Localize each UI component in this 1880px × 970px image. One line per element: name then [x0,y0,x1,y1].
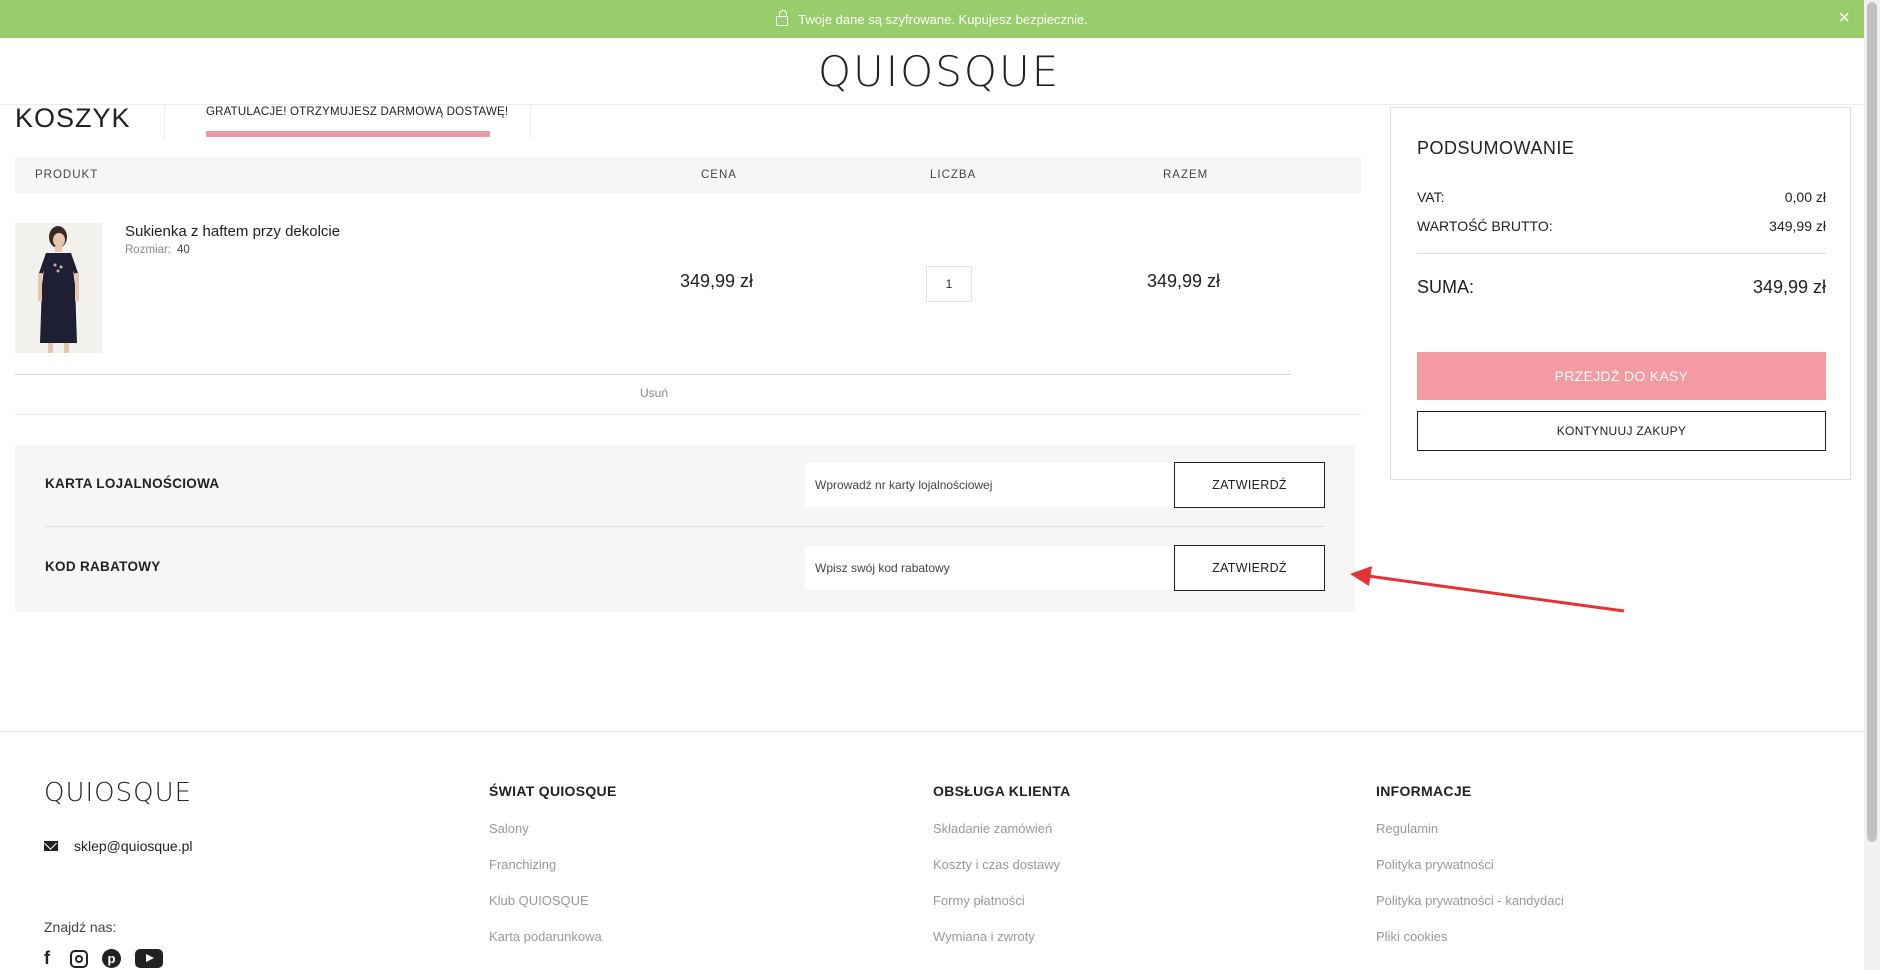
gross-row: WARTOŚĆ BRUTTO: 349,99 zł [1417,218,1826,234]
sum-row: SUMA: 349,99 zł [1417,277,1826,298]
discount-code-input[interactable]: Wpisz swój kod rabatowy [805,546,1179,590]
cart-table-header: PRODUKT CENA LICZBA RAZEM [15,157,1361,193]
divider [45,526,1325,527]
gross-value: 349,99 zł [1769,218,1826,234]
annotation-arrow-icon [1350,566,1625,613]
footer-email[interactable]: sklep@quiosque.pl [44,838,193,854]
checkout-button[interactable]: PRZEJDŹ DO KASY [1417,352,1826,400]
vat-value: 0,00 zł [1784,189,1826,205]
loyalty-card-input[interactable]: Wprowadź nr karty lojalnościowej [805,463,1179,507]
continue-shopping-button[interactable]: KONTYNUUJ ZAKUPY [1417,411,1826,451]
footer-column-world: ŚWIAT QUIOSQUE Salony Franchizing Klub Q… [489,783,617,965]
footer-link[interactable]: Składanie zamówień [933,821,1071,857]
column-product: PRODUKT [35,169,99,181]
product-total: 349,99 zł [1147,271,1221,291]
divider [15,374,1292,375]
lock-icon [776,10,789,26]
page-scrollbar[interactable] [1864,0,1880,970]
divider [1417,253,1826,254]
envelope-icon [44,841,58,851]
footer-link[interactable]: Polityka prywatności - kandydaci [1376,893,1564,929]
divider [0,731,1864,732]
size-label: Rozmiar: [125,244,172,256]
footer-column-title: OBSŁUGA KLIENTA [933,783,1071,799]
footer-link[interactable]: Klub QUIOSQUE [489,893,617,929]
footer-column-title: INFORMACJE [1376,783,1472,799]
facebook-icon[interactable]: f [44,949,56,968]
footer-link[interactable]: Salony [489,821,617,857]
site-header: QUIOSQUE [0,38,1864,105]
column-qty: LICZBA [930,169,977,181]
product-price: 349,99 zł [680,271,754,291]
discount-code-label: KOD RABATOWY [45,559,161,574]
divider [15,414,1361,415]
quantity-input[interactable]: 1 [926,266,972,302]
footer-column-information: INFORMACJE Regulamin Polityka prywatnośc… [1376,783,1564,965]
column-total: RAZEM [1163,169,1209,181]
product-image[interactable] [15,223,102,353]
sum-label: SUMA: [1417,277,1475,297]
product-size: Rozmiar: 40 [125,244,190,256]
column-price: CENA [701,169,737,181]
security-banner: Twoje dane są szyfrowane. Kupujesz bezpi… [0,0,1864,38]
footer-column-customer-service: OBSŁUGA KLIENTA Składanie zamówień Koszt… [933,783,1071,965]
size-value: 40 [177,244,190,256]
codes-panel: KARTA LOJALNOŚCIOWA Wprowadź nr karty lo… [15,445,1355,612]
footer-link[interactable]: Franchizing [489,857,617,893]
footer-link[interactable]: Karta podarunkowa [489,929,617,965]
footer-link[interactable]: Pliki cookies [1376,929,1564,965]
gross-label: WARTOŚĆ BRUTTO: [1417,218,1553,234]
find-us-label: Znajdź nas: [44,919,117,935]
cart-title: KOSZYK [15,103,131,133]
divider [164,105,165,139]
youtube-icon[interactable] [135,949,163,968]
divider [530,105,531,139]
loyalty-submit-button[interactable]: ZATWIERDŹ [1174,462,1325,508]
loyalty-card-label: KARTA LOJALNOŚCIOWA [45,476,220,491]
footer-column-title: ŚWIAT QUIOSQUE [489,783,617,799]
footer-link[interactable]: Koszty i czas dostawy [933,857,1071,893]
close-icon[interactable]: × [1838,8,1850,28]
free-shipping-message: GRATULACJE! OTRZYMUJESZ DARMOWĄ DOSTAWĘ! [206,106,509,118]
footer-link[interactable]: Regulamin [1376,821,1564,857]
footer-email-text[interactable]: sklep@quiosque.pl [74,838,193,854]
instagram-icon[interactable] [70,949,88,968]
summary-title: PODSUMOWANIE [1417,138,1575,158]
vat-label: VAT: [1417,189,1445,205]
security-banner-text: Twoje dane są szyfrowane. Kupujesz bezpi… [798,11,1088,27]
free-shipping-progress-bar [206,131,490,137]
product-name[interactable]: Sukienka z haftem przy dekolcie [125,223,340,240]
sum-value: 349,99 zł [1752,277,1826,297]
vat-row: VAT: 0,00 zł [1417,189,1826,205]
site-logo[interactable]: QUIOSQUE [818,50,1060,94]
footer-link[interactable]: Wymiana i zwroty [933,929,1071,965]
scrollbar-thumb[interactable] [1867,2,1877,842]
order-summary: PODSUMOWANIE VAT: 0,00 zł WARTOŚĆ BRUTTO… [1390,107,1851,480]
footer-link[interactable]: Formy płatności [933,893,1071,929]
discount-submit-button[interactable]: ZATWIERDŹ [1174,545,1325,591]
footer-logo[interactable]: QUIOSQUE [44,778,192,808]
footer-link[interactable]: Polityka prywatności [1376,857,1564,893]
pinterest-icon[interactable]: p [102,949,121,968]
social-links: f p [44,949,163,968]
remove-item-link[interactable]: Usuń [640,386,668,400]
